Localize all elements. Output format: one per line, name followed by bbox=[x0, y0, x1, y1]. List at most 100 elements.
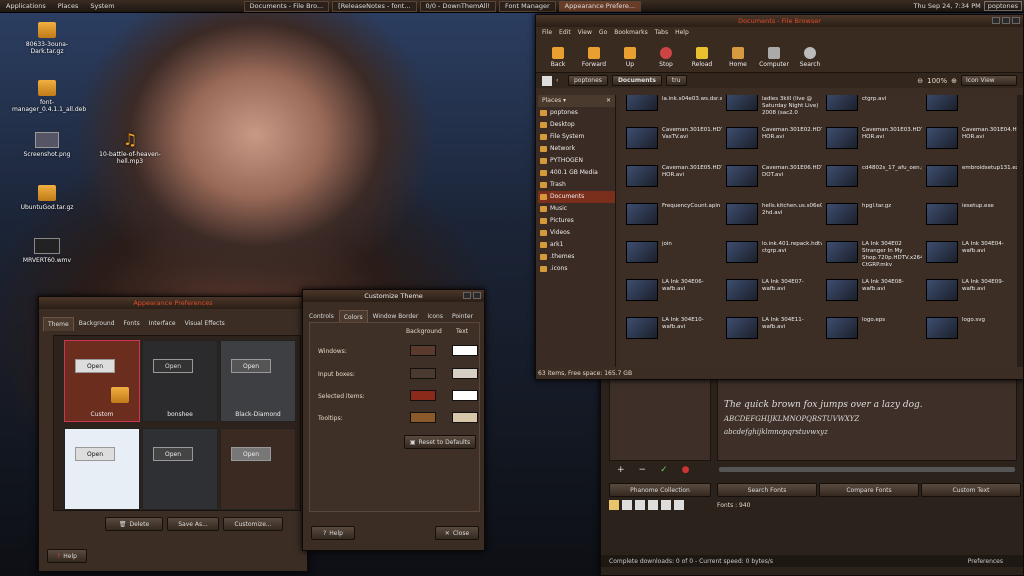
file-item[interactable]: Caveman.301E06.HDTV.XviD-DOT.avi bbox=[726, 165, 822, 195]
file-item[interactable]: Caveman.301E01.HDTV.XViD-VasTV.avi bbox=[626, 127, 722, 157]
clock[interactable]: Thu Sep 24, 7:34 PM bbox=[914, 2, 981, 10]
preferences-button[interactable]: Preferences bbox=[968, 558, 1003, 565]
minimize-button[interactable] bbox=[463, 292, 471, 299]
file-item[interactable]: bill.maher.2009.09.18.hdtv.xvid-ctgrp.av… bbox=[826, 95, 922, 119]
theme-light[interactable]: Open bbox=[64, 428, 140, 510]
close-button[interactable] bbox=[473, 292, 481, 299]
customize-button[interactable]: Customize... bbox=[223, 517, 283, 531]
input-bg-swatch[interactable] bbox=[410, 368, 436, 379]
file-item[interactable]: cd4802s_17_afu_oen.pdf bbox=[826, 165, 922, 195]
user-menu[interactable]: poptones bbox=[983, 1, 1022, 11]
windows-text-swatch[interactable] bbox=[452, 345, 478, 356]
collection-label[interactable]: Phanome Collection bbox=[609, 483, 711, 497]
file-item[interactable]: Caveman.301E04.HDTV.XviD-HOR.avi bbox=[926, 127, 1018, 157]
tab-fonts[interactable]: Fonts bbox=[120, 317, 144, 331]
theme-dark[interactable]: Open bbox=[142, 428, 218, 510]
zoom-in-icon[interactable]: ⊕ bbox=[951, 77, 957, 85]
place-desktop[interactable]: Desktop bbox=[538, 119, 615, 131]
compare-fonts-button[interactable]: Compare Fonts bbox=[819, 483, 919, 497]
file-item[interactable]: Caveman.301E05.HDTV.XViD-HOR.avi bbox=[626, 165, 722, 195]
record-icon[interactable]: ● bbox=[682, 465, 690, 475]
task-appearance[interactable]: Appearance Prefere... bbox=[558, 0, 642, 12]
file-item[interactable]: hells.kitchen.us.s06e06.ws.pdtv.xvid-2hd… bbox=[726, 203, 822, 233]
task-font-manager[interactable]: Font Manager bbox=[498, 0, 556, 12]
windows-bg-swatch[interactable] bbox=[410, 345, 436, 356]
file-item[interactable]: Caveman.301E02.HDTV.XviD-HOR.avi bbox=[726, 127, 822, 157]
desktop-icon-theme-archive[interactable]: 80633-3ouna-Dark.tar.gz bbox=[12, 22, 82, 55]
place-file-system[interactable]: File System bbox=[538, 131, 615, 143]
selected-text-swatch[interactable] bbox=[452, 390, 478, 401]
menu-help[interactable]: Help bbox=[675, 29, 689, 36]
remove-icon[interactable]: − bbox=[639, 465, 647, 475]
file-item[interactable]: Beyonce - Single ladies 3kill (live @ Sa… bbox=[726, 95, 822, 119]
theme-banshee[interactable]: Open bonshee bbox=[142, 340, 218, 422]
tooltip-bg-swatch[interactable] bbox=[410, 412, 436, 423]
appearance-help-button[interactable]: ? Help bbox=[47, 549, 87, 563]
customize-help-button[interactable]: ? Help bbox=[311, 526, 355, 540]
close-sidebar-icon[interactable]: ✕ bbox=[606, 97, 611, 104]
custom-text-button[interactable]: Custom Text bbox=[921, 483, 1021, 497]
file-item[interactable]: FrequencyCount.apin bbox=[626, 203, 722, 233]
theme-black-diamond[interactable]: Open Black-Diamond bbox=[220, 340, 296, 422]
places-selector[interactable]: Places ▾ ✕ bbox=[538, 95, 615, 107]
zoom-out-icon[interactable]: ⊖ bbox=[917, 77, 923, 85]
desktop-icon-ubuntugod[interactable]: UbuntuGod.tar.gz bbox=[12, 185, 82, 211]
search-button[interactable]: Search bbox=[792, 47, 828, 68]
place-documents[interactable]: Documents bbox=[538, 191, 615, 203]
file-item[interactable]: LA Ink 304E10-wafb.avi bbox=[626, 317, 722, 347]
task-file-browser[interactable]: Documents - File Bro... bbox=[243, 0, 330, 12]
file-item[interactable]: iesetup.exe bbox=[926, 203, 1018, 233]
menu-system[interactable]: System bbox=[84, 2, 120, 10]
theme-custom[interactable]: Open Custom bbox=[64, 340, 140, 422]
file-item[interactable]: hpgl.tar.gz bbox=[826, 203, 922, 233]
file-item[interactable]: LA Ink 304E11-wafb.avi bbox=[726, 317, 822, 347]
grid-icon[interactable] bbox=[622, 500, 632, 510]
menu-applications[interactable]: Applications bbox=[0, 2, 52, 10]
collection-list[interactable] bbox=[609, 377, 711, 461]
place-poptones[interactable]: poptones bbox=[538, 107, 615, 119]
delete-button[interactable]: 🗑 Delete bbox=[105, 517, 163, 531]
settings-icon[interactable] bbox=[674, 500, 684, 510]
export-icon[interactable] bbox=[648, 500, 658, 510]
place-media[interactable]: 400.1 GB Media bbox=[538, 167, 615, 179]
desktop-icon-video[interactable]: MRVERT60.wmv bbox=[12, 238, 82, 264]
file-item[interactable]: Caveman.301E03.HDTV.XviD-HOR.avi bbox=[826, 127, 922, 157]
stop-button[interactable]: Stop bbox=[648, 47, 684, 68]
file-item[interactable]: logo.svg bbox=[926, 317, 1018, 347]
place-trash[interactable]: Trash bbox=[538, 179, 615, 191]
place-pictures[interactable]: Pictures bbox=[538, 215, 615, 227]
file-item[interactable]: LA Ink 304E06-wafb.avi bbox=[626, 279, 722, 309]
add-icon[interactable]: + bbox=[617, 465, 625, 475]
menu-file[interactable]: File bbox=[542, 29, 552, 36]
tab-interface[interactable]: Interface bbox=[145, 317, 180, 331]
tab-theme[interactable]: Theme bbox=[43, 317, 74, 331]
tooltip-text-swatch[interactable] bbox=[452, 412, 478, 423]
view-mode-select[interactable]: Icon View bbox=[961, 75, 1017, 86]
place-ark1[interactable]: ark1 bbox=[538, 239, 615, 251]
file-item[interactable]: LA Ink 304E08-wafb.avi bbox=[826, 279, 922, 309]
menu-go[interactable]: Go bbox=[599, 29, 607, 36]
file-item[interactable]: LA Ink 304E02 Stranger In My Shop.720p.H… bbox=[826, 241, 922, 271]
forward-button[interactable]: Forward bbox=[576, 47, 612, 68]
selected-bg-swatch[interactable] bbox=[410, 390, 436, 401]
place-pythogen[interactable]: PYTHOGEN bbox=[538, 155, 615, 167]
file-item[interactable]: embroidsetup131.exe bbox=[926, 165, 1018, 195]
computer-button[interactable]: Computer bbox=[756, 47, 792, 68]
crumb-tru[interactable]: tru bbox=[665, 75, 687, 86]
theme-brown[interactable]: Open bbox=[220, 428, 296, 510]
file-scrollbar[interactable] bbox=[1017, 95, 1023, 367]
tab-visual-effects[interactable]: Visual Effects bbox=[181, 317, 229, 331]
file-item[interactable]: candy.html bbox=[926, 95, 1018, 119]
task-downthemall[interactable]: 0/0 - DownThemAll! bbox=[419, 0, 496, 12]
save-as-button[interactable]: Save As... bbox=[167, 517, 219, 531]
location-toggle-icon[interactable] bbox=[542, 75, 552, 86]
menu-tabs[interactable]: Tabs bbox=[655, 29, 668, 36]
close-button[interactable] bbox=[1012, 17, 1020, 24]
up-button[interactable]: Up bbox=[612, 47, 648, 68]
desktop-icon-mp3[interactable]: ♫ 10-battle-of-heaven-hell.mp3 bbox=[95, 132, 165, 166]
file-item[interactable]: LA Ink 304E07-wafb.avi bbox=[726, 279, 822, 309]
file-item[interactable]: lo.ink.401.repack.hdtv.xvid-ctgrp.avi bbox=[726, 241, 822, 271]
place-network[interactable]: Network bbox=[538, 143, 615, 155]
file-item[interactable]: LA Ink 304E09-wafb.avi bbox=[926, 279, 1018, 309]
size-slider[interactable] bbox=[719, 467, 1015, 472]
